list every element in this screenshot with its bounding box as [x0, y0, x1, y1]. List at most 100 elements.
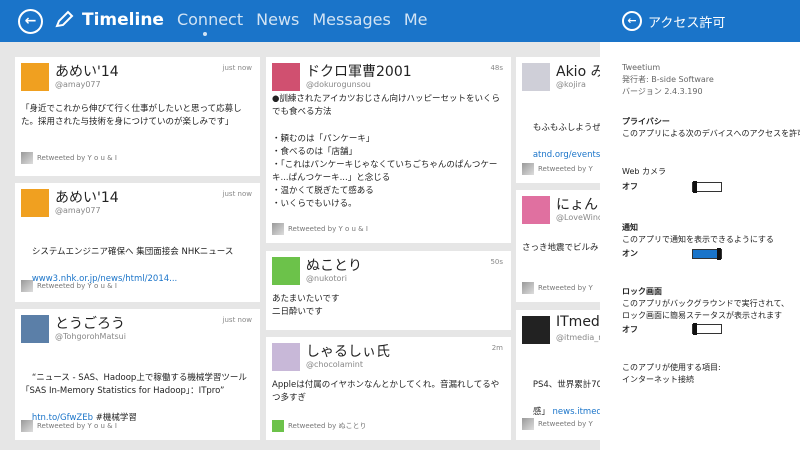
- compose-icon[interactable]: [54, 10, 74, 30]
- panel-title: アクセス許可: [648, 16, 726, 31]
- retweet-label: Retweeted by ぬことり: [288, 422, 367, 430]
- tab-connect[interactable]: Connect: [177, 10, 243, 36]
- tweet-link[interactable]: atnd.org/events/4: [533, 150, 609, 160]
- tweet-time: just now: [222, 190, 252, 198]
- avatar[interactable]: [272, 63, 300, 91]
- lock-toggle[interactable]: [692, 323, 722, 335]
- lock-description-1: このアプリがバックグラウンドで実行されて、: [622, 299, 790, 308]
- retweet-info: Retweeted by Y o u & I: [21, 280, 117, 292]
- retweet-label: Retweeted by Y: [538, 165, 593, 173]
- tweet-author[interactable]: しゃるしぃ氏: [306, 341, 390, 361]
- webcam-toggle[interactable]: [692, 181, 722, 193]
- tweet-author[interactable]: ドクロ軍曹2001: [306, 61, 412, 81]
- retweeter-avatar: [272, 420, 284, 432]
- retweet-label: Retweeted by Y o u & I: [288, 225, 368, 233]
- tweet-text: 「身近でこれから伸びて行く仕事がしたいと思って応募した。採用された与技術を身につ…: [21, 104, 242, 128]
- retweet-info: Retweeted by Y: [522, 418, 593, 430]
- webcam-label: Web カメラ: [622, 167, 666, 176]
- tab-news[interactable]: News: [256, 10, 299, 30]
- retweet-info: Retweeted by Y: [522, 282, 593, 294]
- panel-back-button[interactable]: ←: [622, 11, 642, 31]
- retweet-label: Retweeted by Y: [538, 284, 593, 292]
- privacy-description: このアプリによる次のデバイスへのアクセスを許可:: [622, 129, 800, 138]
- tweet-handle: @itmedia_n: [556, 333, 604, 342]
- tweet-card[interactable]: あめい'14 @amay077 just now システムエンジニア確保へ 集団…: [15, 183, 260, 302]
- avatar[interactable]: [21, 315, 49, 343]
- avatar[interactable]: [522, 316, 550, 344]
- notify-toggle[interactable]: [692, 248, 722, 260]
- lock-state: オフ: [622, 325, 638, 334]
- retweeter-avatar: [522, 418, 534, 430]
- retweet-info: Retweeted by ぬことり: [272, 420, 366, 432]
- tweet-handle: @dokurogunsou: [306, 80, 371, 89]
- retweeter-avatar: [522, 163, 534, 175]
- lock-heading: ロック画面: [622, 287, 662, 296]
- back-button[interactable]: ←: [18, 9, 43, 34]
- avatar[interactable]: [522, 196, 550, 224]
- retweet-label: Retweeted by Y o u & I: [37, 282, 117, 290]
- tweet-card[interactable]: とうごろう @TohgorohMatsui just now “ニュース - S…: [15, 309, 260, 440]
- tweet-author[interactable]: とうごろう: [55, 313, 125, 333]
- retweeter-avatar: [21, 420, 33, 432]
- tweet-time: 48s: [490, 64, 503, 72]
- publisher: 発行者: B-side Software: [622, 75, 714, 84]
- notify-description: このアプリで通知を表示できるようにする: [622, 235, 774, 244]
- tweet-handle: @LoveWind: [556, 213, 603, 222]
- tweet-card[interactable]: しゃるしぃ氏 @chocolamint 2m Appleは付属のイヤホンなんとか…: [266, 337, 511, 440]
- retweeter-avatar: [272, 223, 284, 235]
- tweet-handle: @kojira: [556, 80, 586, 89]
- tweet-author[interactable]: あめい'14: [55, 61, 119, 81]
- toggle-knob: [693, 181, 697, 193]
- avatar[interactable]: [272, 343, 300, 371]
- tab-timeline[interactable]: Timeline: [82, 10, 164, 30]
- retweeter-avatar: [21, 152, 33, 164]
- lock-description-2: ロック画面に簡易ステータスが表示されます: [622, 311, 782, 320]
- tweet-text: ●訓練されたアイカツおじさん向けハッピーセットをいくらでも食べる方法 ・頼むのは…: [272, 94, 500, 210]
- permissions-panel: ← アクセス許可 Tweetium 発行者: B-side Software バ…: [600, 0, 800, 450]
- tweet-handle: @amay077: [55, 80, 101, 89]
- tweet-text-prefix: 感」: [532, 406, 550, 417]
- notify-state: オン: [622, 249, 638, 258]
- retweeter-avatar: [21, 280, 33, 292]
- retweet-info: Retweeted by Y o u & I: [21, 420, 117, 432]
- toggle-fill: [693, 250, 717, 258]
- tweet-time: just now: [222, 64, 252, 72]
- tweet-text-content: “ニュース - SAS、Hadoop上で稼働する機械学習ツール「SAS In-M…: [21, 373, 247, 397]
- notify-heading: 通知: [622, 223, 638, 232]
- tweet-card[interactable]: あめい'14 @amay077 just now 「身近でこれから伸びて行く仕事…: [15, 57, 260, 176]
- retweet-info: Retweeted by Y: [522, 163, 593, 175]
- avatar[interactable]: [21, 63, 49, 91]
- uses-item: インターネット接続: [622, 375, 694, 384]
- tweet-time: just now: [222, 316, 252, 324]
- retweet-label: Retweeted by Y o u & I: [37, 422, 117, 430]
- tweet-time: 50s: [490, 258, 503, 266]
- tab-me[interactable]: Me: [404, 10, 428, 30]
- tweet-text: Appleは付属のイヤホンなんとかしてくれ。音漏れしてるやつ多すぎ: [272, 380, 500, 404]
- tweet-author[interactable]: Akio み: [556, 61, 605, 81]
- retweet-info: Retweeted by Y o u & I: [21, 152, 117, 164]
- tweet-handle: @chocolamint: [306, 360, 364, 369]
- tweet-author[interactable]: ぬことり: [306, 255, 362, 275]
- retweet-label: Retweeted by Y o u & I: [37, 154, 117, 162]
- tweet-text: あたまいたいです 二日酔いです: [272, 294, 340, 318]
- tweet-handle: @TohgorohMatsui: [55, 332, 126, 341]
- retweet-label: Retweeted by Y: [538, 420, 593, 428]
- tweet-handle: @nukotori: [306, 274, 347, 283]
- tab-messages[interactable]: Messages: [312, 10, 390, 30]
- webcam-state: オフ: [622, 182, 638, 191]
- tweet-author[interactable]: あめい'14: [55, 187, 119, 207]
- uses-heading: このアプリが使用する項目:: [622, 363, 721, 372]
- panel-header: ← アクセス許可: [600, 0, 800, 42]
- avatar[interactable]: [272, 257, 300, 285]
- toggle-knob: [717, 248, 721, 260]
- retweeter-avatar: [522, 282, 534, 294]
- avatar[interactable]: [21, 189, 49, 217]
- main-nav: Timeline Connect News Messages Me: [82, 10, 440, 36]
- tweet-card[interactable]: ドクロ軍曹2001 @dokurogunsou 48s ●訓練されたアイカツおじ…: [266, 57, 511, 243]
- avatar[interactable]: [522, 63, 550, 91]
- tweet-author[interactable]: にょん: [556, 194, 598, 214]
- privacy-heading: プライバシー: [622, 117, 670, 126]
- tweet-card[interactable]: ぬことり @nukotori 50s あたまいたいです 二日酔いです: [266, 251, 511, 330]
- toggle-knob: [693, 323, 697, 335]
- tweet-text-content: システムエンジニア確保へ 集団面接会 NHKニュース: [31, 247, 234, 258]
